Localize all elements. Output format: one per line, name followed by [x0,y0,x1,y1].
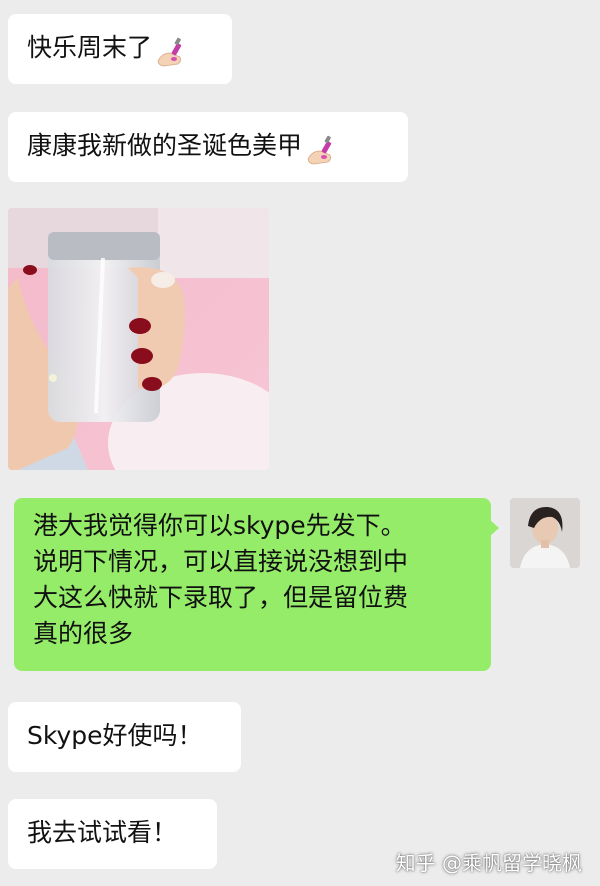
message-text: 快乐周末了 [27,33,153,62]
watermark: 知乎 @乘帆留学晓枫 [395,851,582,875]
message-text-line: 真的很多 [33,619,134,648]
incoming-message-bubble[interactable]: 我去试试看！ [8,799,217,869]
message-text-line: 港大我觉得你可以skype先发下。 [33,511,406,540]
message-text: Skype好使吗！ [27,721,203,750]
message-text: 康康我新做的圣诞色美甲 [27,131,303,160]
nail-polish-icon [307,135,332,164]
message-text-line: 说明下情况，可以直接说没想到中 [33,547,409,576]
message-text: 我去试试看！ [27,818,178,847]
user-avatar-image [510,498,580,568]
nail-polish-icon [157,37,182,66]
avatar[interactable] [510,498,580,568]
incoming-message-bubble[interactable]: 康康我新做的圣诞色美甲 [8,112,408,182]
hand-holding-jar-photo [8,208,269,470]
bubble-tail [490,520,499,536]
outgoing-message-bubble[interactable]: 港大我觉得你可以skype先发下。 说明下情况，可以直接说没想到中 大这么快就下… [14,498,499,671]
incoming-message-bubble[interactable]: 快乐周末了 [8,14,232,84]
photo-message[interactable] [8,208,269,470]
message-text-line: 大这么快就下录取了，但是留位费 [33,583,409,612]
incoming-message-bubble[interactable]: Skype好使吗！ [8,702,241,772]
